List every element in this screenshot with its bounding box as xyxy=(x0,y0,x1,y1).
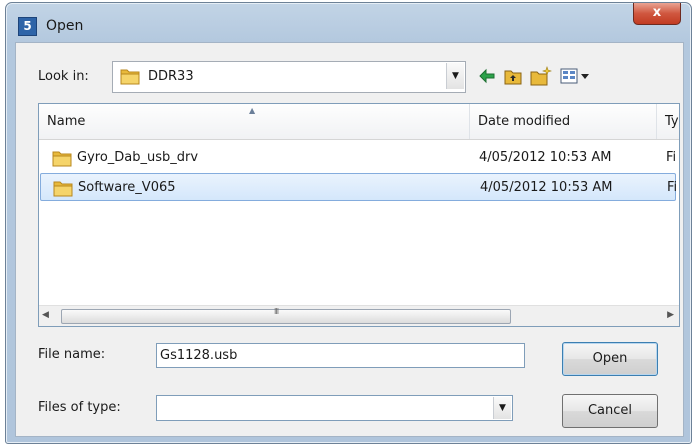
dialog-body: Look in: DDR33 ▼ Name ▲ Date modified Ty xyxy=(15,42,684,437)
scroll-thumb[interactable]: III xyxy=(61,307,511,324)
column-header-date[interactable]: Date modified xyxy=(470,104,657,139)
chevron-down-icon[interactable]: ▼ xyxy=(493,397,511,419)
chevron-down-icon[interactable]: ▼ xyxy=(446,63,464,89)
folder-icon xyxy=(53,180,73,201)
file-list[interactable]: Name ▲ Date modified Ty Gyro_Dab_usb_drv… xyxy=(38,103,680,327)
column-header-type[interactable]: Ty xyxy=(657,104,679,139)
file-date: 4/05/2012 10:53 AM xyxy=(479,150,612,165)
list-header: Name ▲ Date modified Ty xyxy=(39,104,679,140)
lookin-combo[interactable]: DDR33 ▼ xyxy=(112,61,466,93)
horizontal-scrollbar[interactable]: ◀ III ▶ xyxy=(39,305,679,326)
open-button[interactable]: Open xyxy=(562,342,658,376)
file-name: Gyro_Dab_usb_drv xyxy=(77,150,199,165)
folder-icon xyxy=(120,67,140,89)
scroll-right-icon[interactable]: ▶ xyxy=(667,310,674,320)
view-menu-icon[interactable] xyxy=(560,66,592,86)
file-date: 4/05/2012 10:53 AM xyxy=(480,180,613,195)
file-type: Fi xyxy=(667,180,678,195)
sort-arrow-icon: ▲ xyxy=(249,106,256,115)
close-button[interactable]: x xyxy=(633,3,681,25)
title-bar[interactable]: 5 Open x xyxy=(6,3,691,41)
scroll-grip: III xyxy=(274,307,279,316)
cancel-button[interactable]: Cancel xyxy=(562,394,658,428)
new-folder-icon[interactable] xyxy=(530,66,552,86)
open-dialog: 5 Open x Look in: DDR33 ▼ Name ▲ Date mo… xyxy=(5,2,692,444)
window-title: Open xyxy=(46,18,84,34)
file-name-label: File name: xyxy=(38,347,106,362)
file-name-input[interactable] xyxy=(156,343,525,368)
file-type: Fi xyxy=(666,150,677,165)
lookin-label: Look in: xyxy=(38,69,89,84)
lookin-value: DDR33 xyxy=(148,69,194,84)
app-icon: 5 xyxy=(18,17,37,36)
back-arrow-icon[interactable] xyxy=(478,66,496,86)
up-folder-icon[interactable] xyxy=(504,66,522,86)
file-type-label: Files of type: xyxy=(38,400,121,415)
file-type-select[interactable]: ▼ xyxy=(156,395,513,421)
folder-icon xyxy=(52,150,72,171)
scroll-left-icon[interactable]: ◀ xyxy=(42,310,49,320)
list-item[interactable]: Gyro_Dab_usb_drv 4/05/2012 10:53 AM Fi xyxy=(40,144,676,172)
file-name: Software_V065 xyxy=(78,180,176,195)
list-item[interactable]: Software_V065 4/05/2012 10:53 AM Fi xyxy=(40,173,678,201)
